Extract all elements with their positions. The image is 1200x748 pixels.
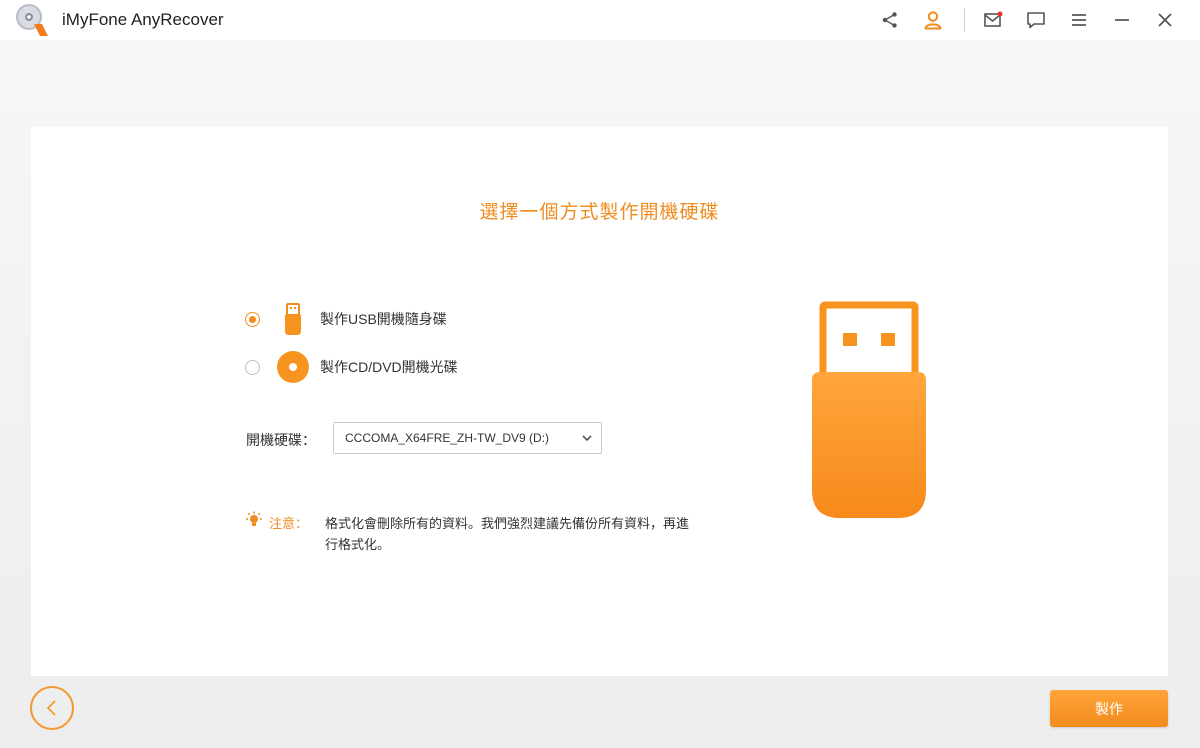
page-title: 選擇一個方式製作開機硬碟	[479, 202, 720, 223]
option-usb[interactable]: 製作USB開機隨身碟	[245, 301, 447, 337]
mail-icon[interactable]	[980, 7, 1006, 33]
option-cd-dvd-label: 製作CD/DVD開機光碟	[320, 359, 458, 375]
app-title: iMyFone AnyRecover	[62, 10, 224, 29]
usb-drive-icon	[276, 301, 310, 337]
chevron-left-icon	[47, 700, 56, 716]
back-button[interactable]	[30, 686, 74, 730]
user-icon[interactable]	[920, 7, 946, 33]
usb-illustration-icon	[812, 301, 926, 518]
minimize-icon[interactable]	[1109, 7, 1135, 33]
title-bar: iMyFone AnyRecover	[0, 0, 1200, 40]
lightbulb-icon	[246, 511, 262, 526]
radio-usb[interactable]	[245, 311, 260, 327]
boot-drive-select[interactable]: CCCOMA_X64FRE_ZH-TW_DV9 (D:)	[333, 422, 602, 454]
option-usb-label: 製作USB開機隨身碟	[320, 311, 447, 327]
toolbar-divider	[964, 8, 965, 32]
share-icon[interactable]	[877, 7, 903, 33]
main-panel: 選擇一個方式製作開機硬碟 製作USB開機隨身碟 製作CD/DVD開機光碟 開機硬…	[31, 127, 1168, 676]
menu-icon[interactable]	[1066, 7, 1092, 33]
feedback-icon[interactable]	[1023, 7, 1049, 33]
radio-cd-dvd[interactable]	[245, 359, 260, 375]
cd-dvd-icon	[276, 349, 310, 385]
chevron-down-icon	[582, 435, 592, 442]
note-label: 注意：	[269, 516, 309, 531]
app-logo-icon	[16, 4, 48, 36]
note-text: 格式化會刪除所有的資料。我們強烈建議先備份所有資料，再進行格式化。	[325, 516, 690, 552]
make-button[interactable]: 製作	[1050, 690, 1168, 727]
boot-drive-value: CCCOMA_X64FRE_ZH-TW_DV9 (D:)	[345, 431, 550, 445]
boot-drive-label: 開機硬碟：	[246, 432, 316, 448]
close-icon[interactable]	[1152, 7, 1178, 33]
option-cd-dvd[interactable]: 製作CD/DVD開機光碟	[245, 349, 458, 385]
